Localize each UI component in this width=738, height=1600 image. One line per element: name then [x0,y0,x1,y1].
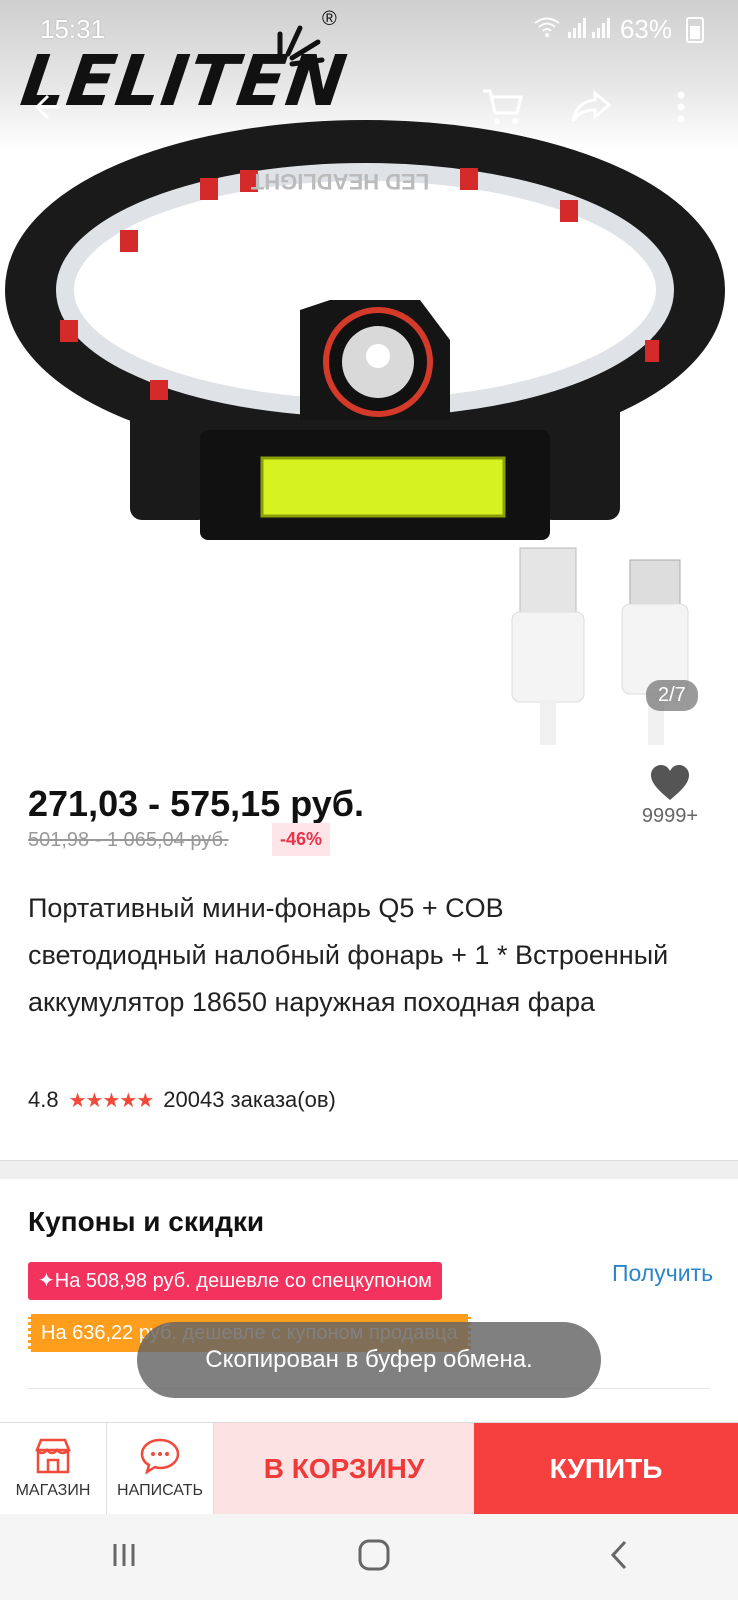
add-to-cart-button[interactable]: В КОРЗИНУ [214,1423,474,1515]
status-indicators: 63% [534,14,704,45]
heart-icon [651,765,689,800]
section-divider [0,1160,738,1179]
cart-icon [483,89,523,124]
status-bar: 15:31 63% [0,0,738,60]
battery-percent: 63% [619,14,672,44]
share-icon [571,89,612,122]
signal-icon [567,16,612,44]
message-label: НАПИСАТЬ [117,1482,203,1499]
bottom-action-bar: МАГАЗИН НАПИСАТЬ В КОРЗИНУ КУПИТЬ [0,1422,738,1515]
system-navigation-bar [0,1514,738,1600]
more-options-button[interactable] [656,82,706,132]
rating-stars: ★★★★★ [68,1089,155,1112]
rating-value: 4.8 [28,1087,59,1112]
product-title: Портативный мини-фонарь Q5 + COB светоди… [28,893,669,1017]
favorite-button[interactable]: 9999+ [632,765,708,828]
favorites-count: 9999+ [641,805,699,827]
coupons-title: Купоны и скидки [28,1206,265,1237]
band-text: LED HEADLIGHT [250,169,429,194]
recent-apps-icon [113,1543,135,1566]
message-button[interactable]: НАПИСАТЬ [107,1423,214,1515]
home-button[interactable] [357,1538,391,1577]
old-price: 501,98 - 1 065,04 руб. [28,829,229,851]
recent-apps-button[interactable] [109,1540,139,1575]
share-button[interactable] [566,82,616,132]
cart-button[interactable] [478,82,528,132]
store-label: МАГАЗИН [15,1482,91,1499]
home-icon [358,1539,390,1570]
store-button[interactable]: МАГАЗИН [0,1423,107,1515]
back-button[interactable] [22,82,72,132]
wifi-icon [534,17,560,43]
product-image-gallery[interactable]: LED HEADLIGHT LELITEN ® 2/7 [0,0,738,745]
orders-count: 20043 заказа(ов) [163,1087,336,1112]
chat-icon [140,1438,180,1474]
status-time: 15:31 [40,14,106,44]
buy-now-button[interactable]: КУПИТЬ [474,1423,738,1515]
back-arrow-icon [34,94,59,120]
system-back-icon [610,1540,627,1569]
battery-icon [686,16,704,43]
price-section: 271,03 - 575,15 руб. 501,98 - 1 065,04 р… [0,745,738,1160]
rating-row: 4.8 ★★★★★ 20043 заказа(ов) [28,1087,336,1113]
store-icon [35,1438,71,1474]
discount-badge: -46% [272,823,331,856]
more-vertical-icon [677,91,685,123]
system-back-button[interactable] [609,1539,629,1576]
price-range: 271,03 - 575,15 руб. [28,783,364,824]
image-counter: 2/7 [646,680,698,711]
get-coupon-link[interactable]: Получить [612,1258,713,1289]
copied-toast: Скопирован в буфер обмена. [137,1322,601,1398]
special-coupon[interactable]: ✦На 508,98 руб. дешевле со спецкупоном [28,1262,442,1300]
